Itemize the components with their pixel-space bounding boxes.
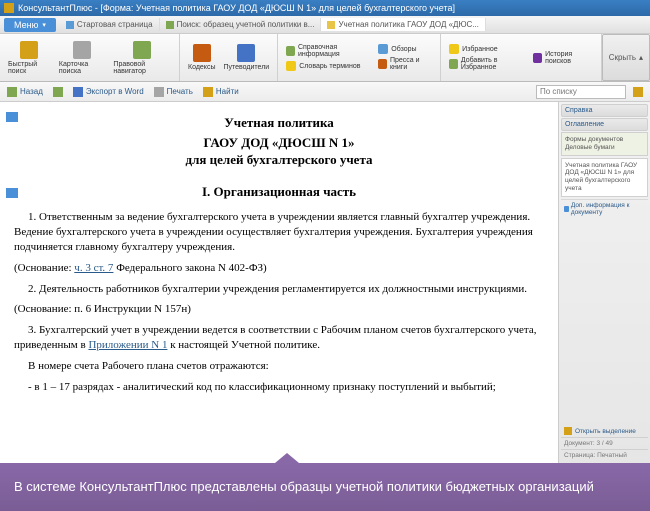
tab-search[interactable]: Поиск: образец учетной политики в...: [160, 18, 322, 31]
reference-button[interactable]: Справочная информация: [282, 43, 374, 59]
law-link[interactable]: ч. 3 ст. 7: [74, 262, 113, 274]
doc-paragraph: 1. Ответственным за ведение бухгалтерско…: [14, 210, 544, 255]
window-titlebar: КонсультантПлюс - [Форма: Учетная полити…: [0, 0, 650, 16]
reviews-icon: [378, 44, 388, 54]
codex-button[interactable]: Кодексы: [184, 42, 219, 73]
list-search-input[interactable]: [536, 85, 626, 99]
press-button[interactable]: Пресса и книги: [374, 56, 436, 72]
ribbon-toolbar: Быстрый поиск Карточка поиска Правовой н…: [0, 34, 650, 82]
sidebar-toc[interactable]: Оглавление: [561, 118, 648, 131]
hide-ribbon-button[interactable]: Скрыть ▴: [602, 34, 650, 81]
margin-marker-icon[interactable]: [6, 112, 18, 122]
menubar: Меню ▾ Стартовая страница Поиск: образец…: [0, 16, 650, 34]
search-card-button[interactable]: Карточка поиска: [55, 39, 110, 77]
sidebar-reference[interactable]: Справка: [561, 104, 648, 117]
doc-paragraph: 3. Бухгалтерский учет в учреждении ведет…: [14, 323, 544, 353]
add-favorite-button[interactable]: Добавить в Избранное: [445, 56, 529, 72]
doc-title: Учетная политика: [14, 114, 544, 132]
clock-icon: [533, 53, 542, 63]
book-icon: [193, 44, 211, 62]
find-button[interactable]: Найти: [200, 86, 242, 98]
export-word-button[interactable]: Экспорт в Word: [70, 86, 147, 98]
arrow-right-icon: [53, 87, 63, 97]
binoculars-icon: [203, 87, 213, 97]
guides-button[interactable]: Путеводители: [219, 42, 273, 73]
forward-button[interactable]: [50, 86, 66, 98]
star-icon: [449, 44, 459, 54]
tab-label: Поиск: образец учетной политики в...: [177, 20, 315, 29]
printer-icon: [154, 87, 164, 97]
menu-label: Меню: [14, 20, 38, 30]
signpost-icon: [237, 44, 255, 62]
dictionary-button[interactable]: Словарь терминов: [282, 60, 374, 72]
back-button[interactable]: Назад: [4, 86, 46, 98]
main-area: Учетная политика ГАОУ ДОД «ДЮСШ N 1» для…: [0, 102, 650, 463]
list-search-go[interactable]: [630, 86, 646, 98]
sidebar-status: Документ: 3 / 49: [561, 437, 648, 449]
sidebar-extra-info[interactable]: Доп. информация к документу: [561, 199, 648, 218]
sidebar-open-selection[interactable]: Открыть выделение: [561, 425, 648, 437]
doc-basis: (Основание: ч. 3 ст. 7 Федерального зако…: [14, 261, 544, 276]
sidebar-doc-desc: Учетная политика ГАОУ ДОД «ДЮСШ N 1» для…: [561, 158, 648, 197]
sidebar-forms-header: Формы документов Деловые бумаги: [561, 132, 648, 156]
banner-text: В системе КонсультантПлюс представлены о…: [14, 479, 594, 495]
doc-section-heading: I. Организационная часть: [14, 183, 544, 201]
magnifier-icon: [633, 87, 643, 97]
doc-subtitle: для целей бухгалтерского учета: [14, 151, 544, 169]
chevron-down-icon: ▾: [42, 21, 46, 29]
appendix-link[interactable]: Приложении N 1: [88, 339, 167, 351]
app-icon: [4, 3, 14, 13]
quick-search-button[interactable]: Быстрый поиск: [4, 39, 55, 77]
doc-paragraph: - в 1 – 17 разрядах - аналитический код …: [14, 380, 544, 395]
info-icon: [564, 206, 569, 212]
folder-icon: [564, 427, 572, 435]
promo-banner: В системе КонсультантПлюс представлены о…: [0, 463, 650, 511]
tab-label: Стартовая страница: [77, 20, 153, 29]
navigator-button[interactable]: Правовой навигатор: [109, 39, 175, 77]
magnifier-icon: [20, 41, 38, 59]
info-icon: [286, 46, 295, 56]
star-plus-icon: [449, 59, 458, 69]
history-button[interactable]: История поисков: [529, 50, 596, 66]
print-button[interactable]: Печать: [151, 86, 196, 98]
arrow-left-icon: [7, 87, 17, 97]
favorites-button[interactable]: Избранное: [445, 43, 529, 55]
doc-paragraph: В номере счета Рабочего плана счетов отр…: [14, 359, 544, 374]
compass-icon: [133, 41, 151, 59]
sub-toolbar: Назад Экспорт в Word Печать Найти: [0, 82, 650, 102]
doc-basis: (Основание: п. 6 Инструкции N 157н): [14, 302, 544, 317]
margin-marker-icon[interactable]: [6, 188, 18, 198]
dict-icon: [286, 61, 296, 71]
doc-paragraph: 2. Деятельность работников бухгалтерии у…: [14, 282, 544, 297]
document-pane: Учетная политика ГАОУ ДОД «ДЮСШ N 1» для…: [0, 102, 558, 463]
tab-document[interactable]: Учетная политика ГАОУ ДОД «ДЮС...: [321, 18, 485, 31]
reviews-button[interactable]: Обзоры: [374, 43, 436, 55]
word-icon: [73, 87, 83, 97]
doc-subtitle: ГАОУ ДОД «ДЮСШ N 1»: [14, 134, 544, 152]
home-icon: [66, 21, 74, 29]
document-icon: [327, 21, 335, 29]
window-title: КонсультантПлюс - [Форма: Учетная полити…: [18, 3, 455, 13]
card-icon: [73, 41, 91, 59]
chevron-up-icon: ▴: [639, 53, 643, 62]
tab-start[interactable]: Стартовая страница: [60, 18, 160, 31]
search-icon: [166, 21, 174, 29]
callout-arrow-icon: [275, 453, 299, 463]
right-sidebar: Справка Оглавление Формы документов Дело…: [558, 102, 650, 463]
menu-button[interactable]: Меню ▾: [4, 18, 56, 32]
tab-label: Учетная политика ГАОУ ДОД «ДЮС...: [338, 20, 478, 29]
press-icon: [378, 59, 387, 69]
sidebar-status: Страница: Печатный: [561, 449, 648, 461]
